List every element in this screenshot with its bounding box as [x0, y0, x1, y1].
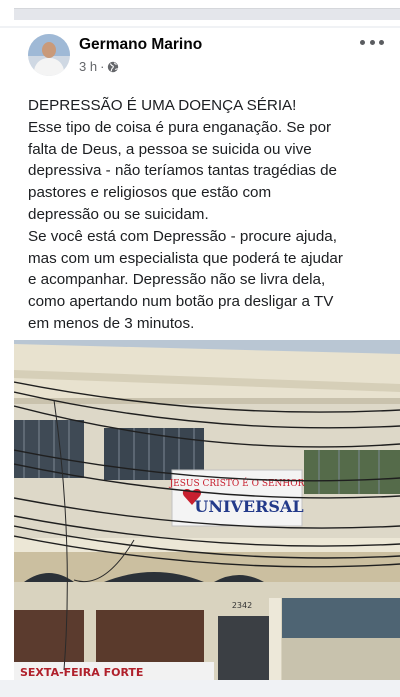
post-header: Germano Marino 3 h · — [0, 28, 400, 90]
author-name[interactable]: Germano Marino — [79, 36, 202, 54]
post-photo[interactable]: JESUS CRISTO É O SENHOR UNIVERSAL 2342 S… — [14, 340, 400, 680]
meta-separator: · — [100, 59, 105, 74]
post-text-line: falta de Deus, a pessoa se suicida ou vi… — [28, 140, 312, 158]
post-text-line: em menos de 3 minutos. — [28, 314, 195, 332]
post-time[interactable]: 3 h — [79, 59, 97, 74]
post-text-line: depressão ou se suicidam. — [28, 205, 209, 223]
event-banner: SEXTA-FEIRA FORTE — [14, 662, 214, 680]
post-text-line: Esse tipo de coisa é pura enganação. Se … — [28, 118, 332, 136]
previous-post-bar — [14, 8, 400, 20]
banner-text: SEXTA-FEIRA FORTE — [20, 666, 143, 679]
post-text-line: pastores e religiosos que estão com — [28, 184, 272, 202]
more-options-icon[interactable] — [360, 34, 384, 50]
post-text-line: depressiva - não teríamos tantas tragédi… — [28, 162, 337, 180]
post-meta: 3 h · — [79, 59, 119, 74]
post-text-line: como apertando num botão pra desligar a … — [28, 293, 334, 311]
post-body: DEPRESSÃO É UMA DOENÇA SÉRIA! Esse tipo … — [28, 95, 393, 335]
sign-line2: UNIVERSAL — [194, 497, 303, 516]
feed-bottom-separator — [0, 680, 400, 697]
author-avatar[interactable] — [28, 34, 70, 76]
post-text-line: e acompanhar. Depressão não se livra del… — [28, 271, 326, 289]
post-text-line: DEPRESSÃO É UMA DOENÇA SÉRIA! — [28, 97, 297, 114]
church-building-photo: JESUS CRISTO É O SENHOR UNIVERSAL 2342 S… — [14, 340, 400, 680]
globe-icon[interactable] — [107, 61, 119, 73]
post-text-line: Se você está com Depressão - procure aju… — [28, 227, 337, 245]
building-number: 2342 — [232, 601, 252, 610]
post-text-line: mas com um especialista que poderá te aj… — [28, 249, 343, 267]
previous-post-edge — [0, 0, 400, 26]
